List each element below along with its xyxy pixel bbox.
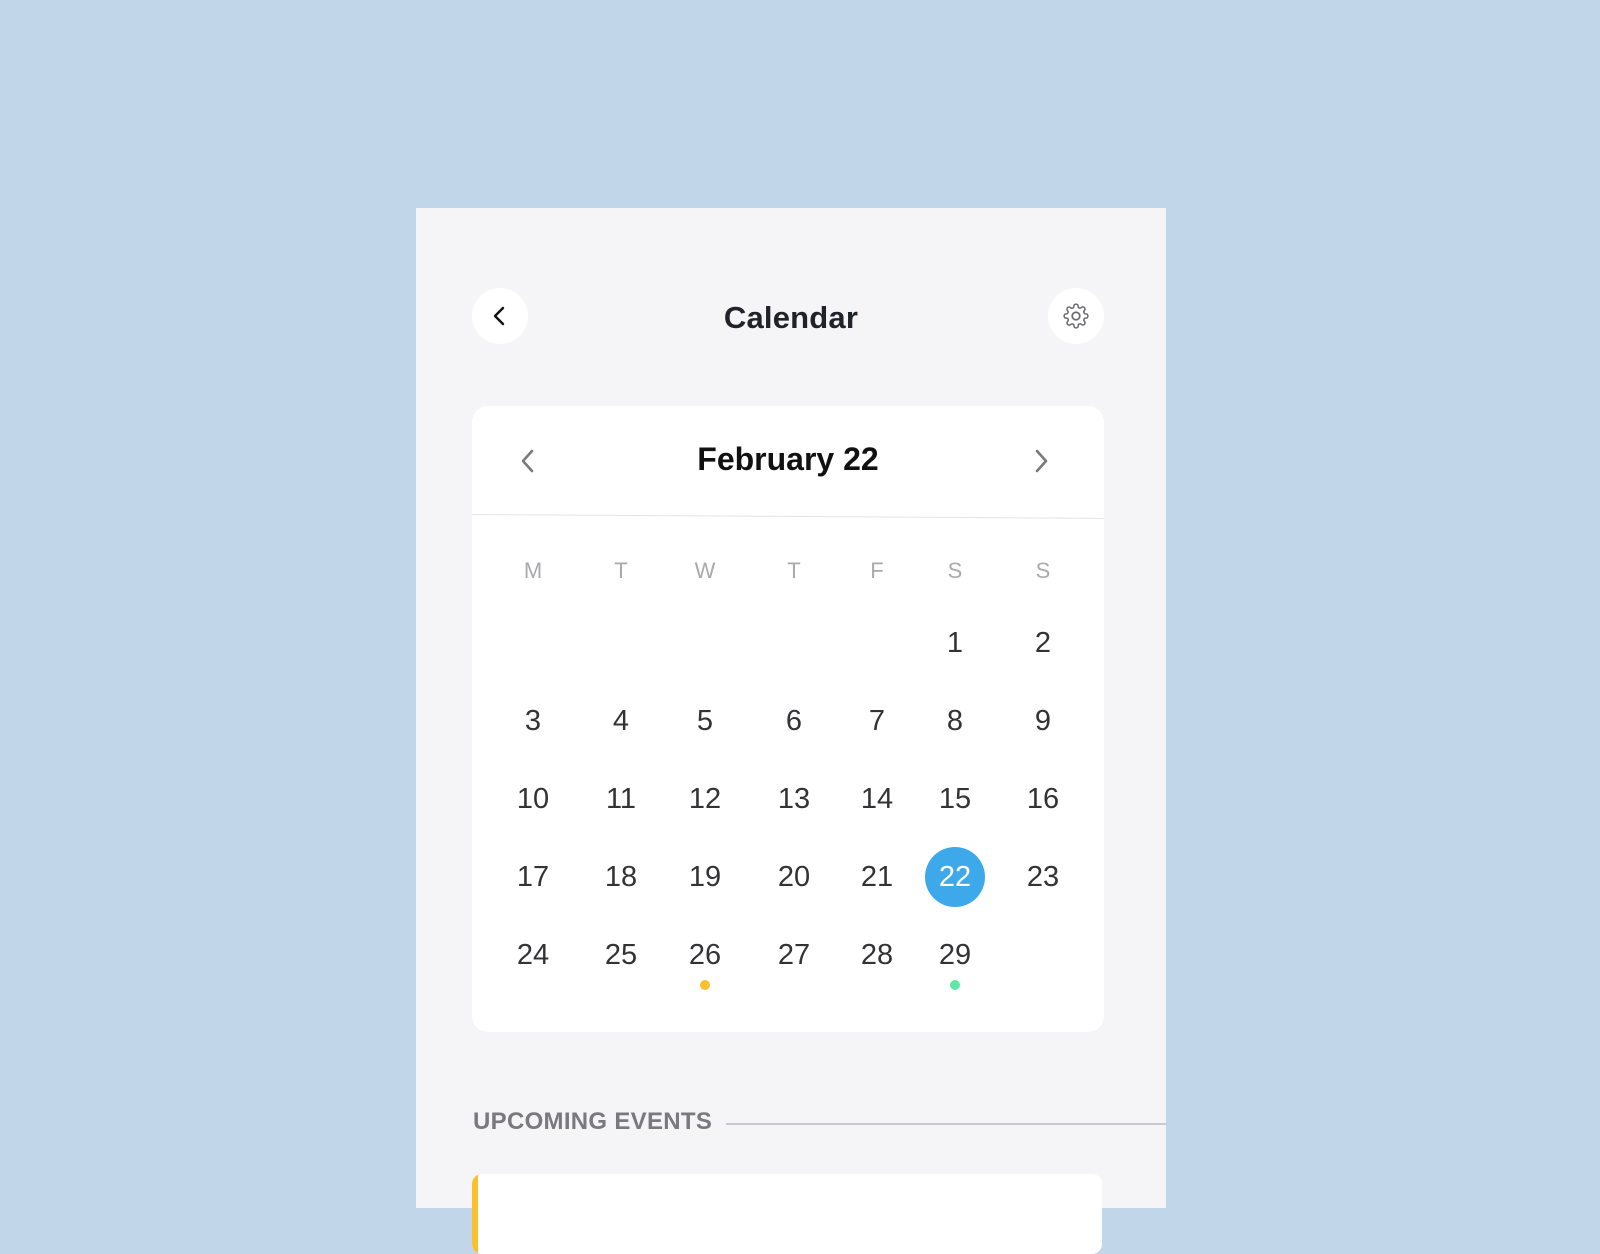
day-cell[interactable]: 3 — [503, 691, 563, 751]
event-accent-bar — [472, 1174, 478, 1254]
day-cell[interactable]: 9 — [1013, 691, 1073, 751]
day-cell[interactable]: 4 — [591, 691, 651, 751]
event-indicator-dot — [950, 980, 960, 990]
weekday-label: T — [787, 558, 801, 583]
weekday-label: T — [614, 558, 628, 583]
weekday-label: S — [947, 558, 963, 583]
month-header: February 22 — [472, 406, 1104, 514]
day-cell[interactable]: 13 — [764, 769, 824, 829]
chevron-right-icon — [1035, 449, 1048, 473]
day-cell[interactable]: 12 — [675, 769, 735, 829]
event-card[interactable] — [472, 1174, 1102, 1254]
day-cell[interactable]: 24 — [503, 925, 563, 985]
day-cell[interactable]: 25 — [591, 925, 651, 985]
day-cell[interactable]: 28 — [847, 925, 907, 985]
event-indicator-dot — [700, 980, 710, 990]
day-cell[interactable]: 2 — [1013, 613, 1073, 673]
calendar-card: February 22 MTWTFSS 1 2 3 4 5 6 7 8 9 10 11 12 13 14 1… — [471, 406, 1104, 1032]
weekday-label: W — [694, 558, 716, 583]
day-cell[interactable]: 6 — [764, 691, 824, 751]
day-cell[interactable]: 1 — [925, 613, 985, 673]
month-label: February 22 — [697, 441, 879, 477]
day-cell[interactable]: 23 — [1013, 847, 1073, 907]
day-cell[interactable]: 29 — [925, 925, 985, 985]
day-cell-selected[interactable]: 22 — [925, 847, 985, 907]
section-divider — [726, 1123, 1166, 1125]
day-cell[interactable]: 27 — [764, 925, 824, 985]
weekday-label: F — [870, 558, 884, 583]
day-cell[interactable]: 5 — [675, 691, 735, 751]
day-cell[interactable]: 8 — [925, 691, 985, 751]
weekday-label: M — [523, 558, 543, 583]
day-cell[interactable]: 14 — [847, 769, 907, 829]
day-cell[interactable]: 15 — [925, 769, 985, 829]
day-cell[interactable]: 19 — [675, 847, 735, 907]
day-cell[interactable]: 20 — [764, 847, 824, 907]
day-cell[interactable]: 26 — [675, 925, 735, 985]
day-cell[interactable]: 10 — [503, 769, 563, 829]
day-cell[interactable]: 16 — [1013, 769, 1073, 829]
day-cell[interactable]: 7 — [847, 691, 907, 751]
day-cell[interactable]: 18 — [591, 847, 651, 907]
day-cell[interactable]: 11 — [591, 769, 651, 829]
day-cell[interactable]: 17 — [503, 847, 563, 907]
day-cell[interactable]: 21 — [847, 847, 907, 907]
weekday-label: S — [1035, 558, 1051, 583]
settings-button[interactable] — [1048, 288, 1104, 344]
next-month-button[interactable] — [1021, 441, 1061, 481]
gear-icon — [1063, 303, 1089, 329]
header-divider — [471, 514, 1104, 519]
upcoming-events-heading: UPCOMING EVENTS — [473, 1108, 713, 1135]
calendar-screen: Calendar February 22 MTWTFSS 1 2 3 4 5 6 7 8 9 10… — [416, 208, 1166, 1254]
